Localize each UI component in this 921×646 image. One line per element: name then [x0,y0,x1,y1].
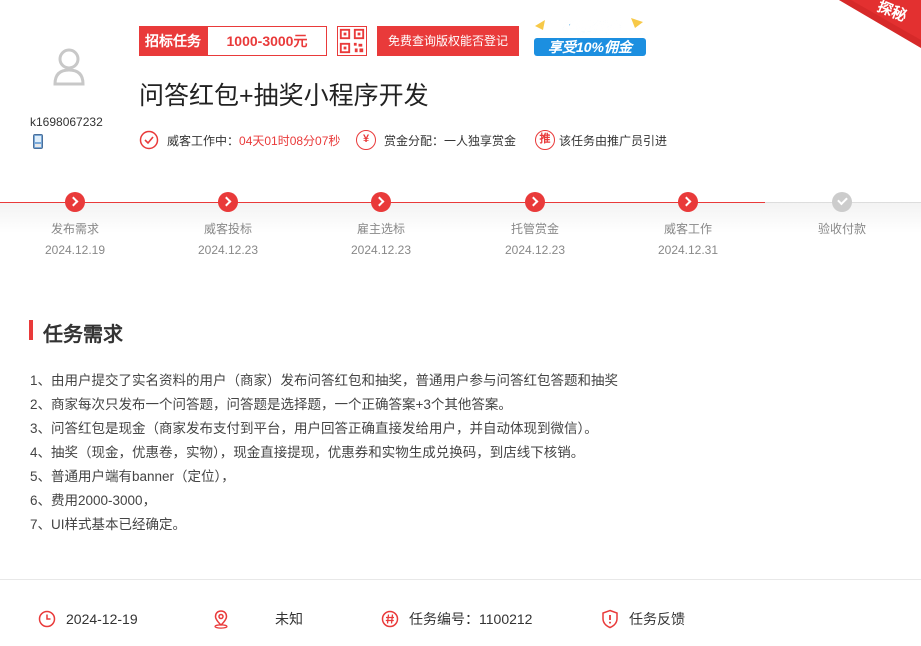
step-label: 验收付款 [817,222,866,236]
step-label: 雇主选标 [356,222,405,236]
explore-corner-ribbon[interactable]: 探秘 [839,0,921,48]
progress-step: 雇主选标 2024.12.23 [321,192,441,257]
task-title: 问答红包+抽奖小程序开发 [139,82,429,110]
progress-step: 验收付款 [782,192,902,243]
step-date: 2024.12.23 [504,243,566,257]
check-circle-icon [139,130,159,150]
step-label: 发布需求 [50,222,99,236]
task-number: 任务编号：1100212 [381,608,532,630]
shield-alert-icon [602,609,618,629]
step-label: 托管赏金 [510,222,559,236]
step-date: 2024.12.31 [657,243,719,257]
username[interactable]: k1698067232 [30,115,103,129]
step-done-icon [525,192,545,212]
requirement-item: 4、抽奖（现金，优惠卷，实物），现金直接提现，优惠券和实物生成兑换码，到店线下核… [30,445,585,460]
step-label: 威客工作 [663,222,712,236]
requirement-item: 1、由用户提交了实名资料的用户（商家）发布问答红包和抽奖，普通用户参与问答红包答… [30,373,619,388]
requirement-item: 6、费用2000-3000， [30,493,157,508]
step-label: 威客投标 [203,222,252,236]
promo-banner[interactable]: 推荐任务 享受10%佣金 [531,16,649,58]
task-number-value: 任务编号：1100212 [409,611,533,627]
status-label: 威客工作中： [167,133,240,148]
requirements-list: 1、由用户提交了实名资料的用户（商家）发布问答红包和抽奖，普通用户参与问答红包答… [30,369,618,537]
requirement-item: 3、问答红包是现金（商家发布支付到平台，用户回答正确直接发给用户，并自动体现到微… [30,421,598,436]
task-feedback-link[interactable]: 任务反馈 [601,608,685,630]
step-date: 2024.12.23 [197,243,259,257]
step-done-icon [65,192,85,212]
location-pin-icon [214,610,228,629]
step-pending-icon [832,192,852,212]
requirement-item: 2、商家每次只发布一个问答题，问答题是选择题，一个正确答案+3个其他答案。 [30,397,512,412]
location-value: 未知 [275,611,303,627]
requirement-item: 5、普通用户端有banner（定位）， [30,469,235,484]
work-status: 威客工作中： 04天01时08分07秒 [139,128,340,152]
promoter-info: 推 该任务由推广员引进 [535,128,667,152]
reward-info: ¥ 赏金分配：一人独享赏金 [356,128,516,152]
mobile-phone-icon [33,134,43,149]
footer-divider [0,579,921,580]
progress-step: 发布需求 2024.12.19 [15,192,135,257]
promoter-label[interactable]: 该任务由推广员引进 [559,132,667,149]
progress-step: 威客工作 2024.12.31 [628,192,748,257]
countdown-timer: 04天01时08分07秒 [239,133,341,148]
step-done-icon [678,192,698,212]
step-done-icon [218,192,238,212]
yen-icon: ¥ [356,130,376,150]
step-date: 2024.12.23 [350,243,412,257]
qr-code-icon[interactable] [337,26,367,56]
promoter-icon: 推 [535,130,555,150]
location: 未知 [211,608,303,630]
step-date: 2024.12.19 [44,243,106,257]
progress-step: 威客投标 2024.12.23 [168,192,288,257]
step-done-icon [371,192,391,212]
reward-label: 赏金分配：一人独享赏金 [384,133,517,148]
publish-date-value: 2024-12-19 [66,611,138,627]
promo-line1: 推荐任务 [561,20,623,37]
copyright-check-button[interactable]: 免费查询版权能否登记 [377,26,519,56]
clock-icon [38,610,56,628]
price-range-badge: 1000-3000元 [207,26,327,56]
progress-step: 托管赏金 2024.12.23 [475,192,595,257]
publish-date: 2024-12-19 [38,608,138,630]
section-accent-bar [29,320,33,340]
promo-line2: 享受10%佣金 [548,39,635,55]
requirement-item: 7、UI样式基本已经确定。 [30,517,187,532]
hash-icon [381,610,399,628]
task-type-badge: 招标任务 [139,26,207,56]
feedback-label[interactable]: 任务反馈 [629,609,685,629]
section-title: 任务需求 [43,324,123,346]
user-avatar-icon [53,48,85,86]
